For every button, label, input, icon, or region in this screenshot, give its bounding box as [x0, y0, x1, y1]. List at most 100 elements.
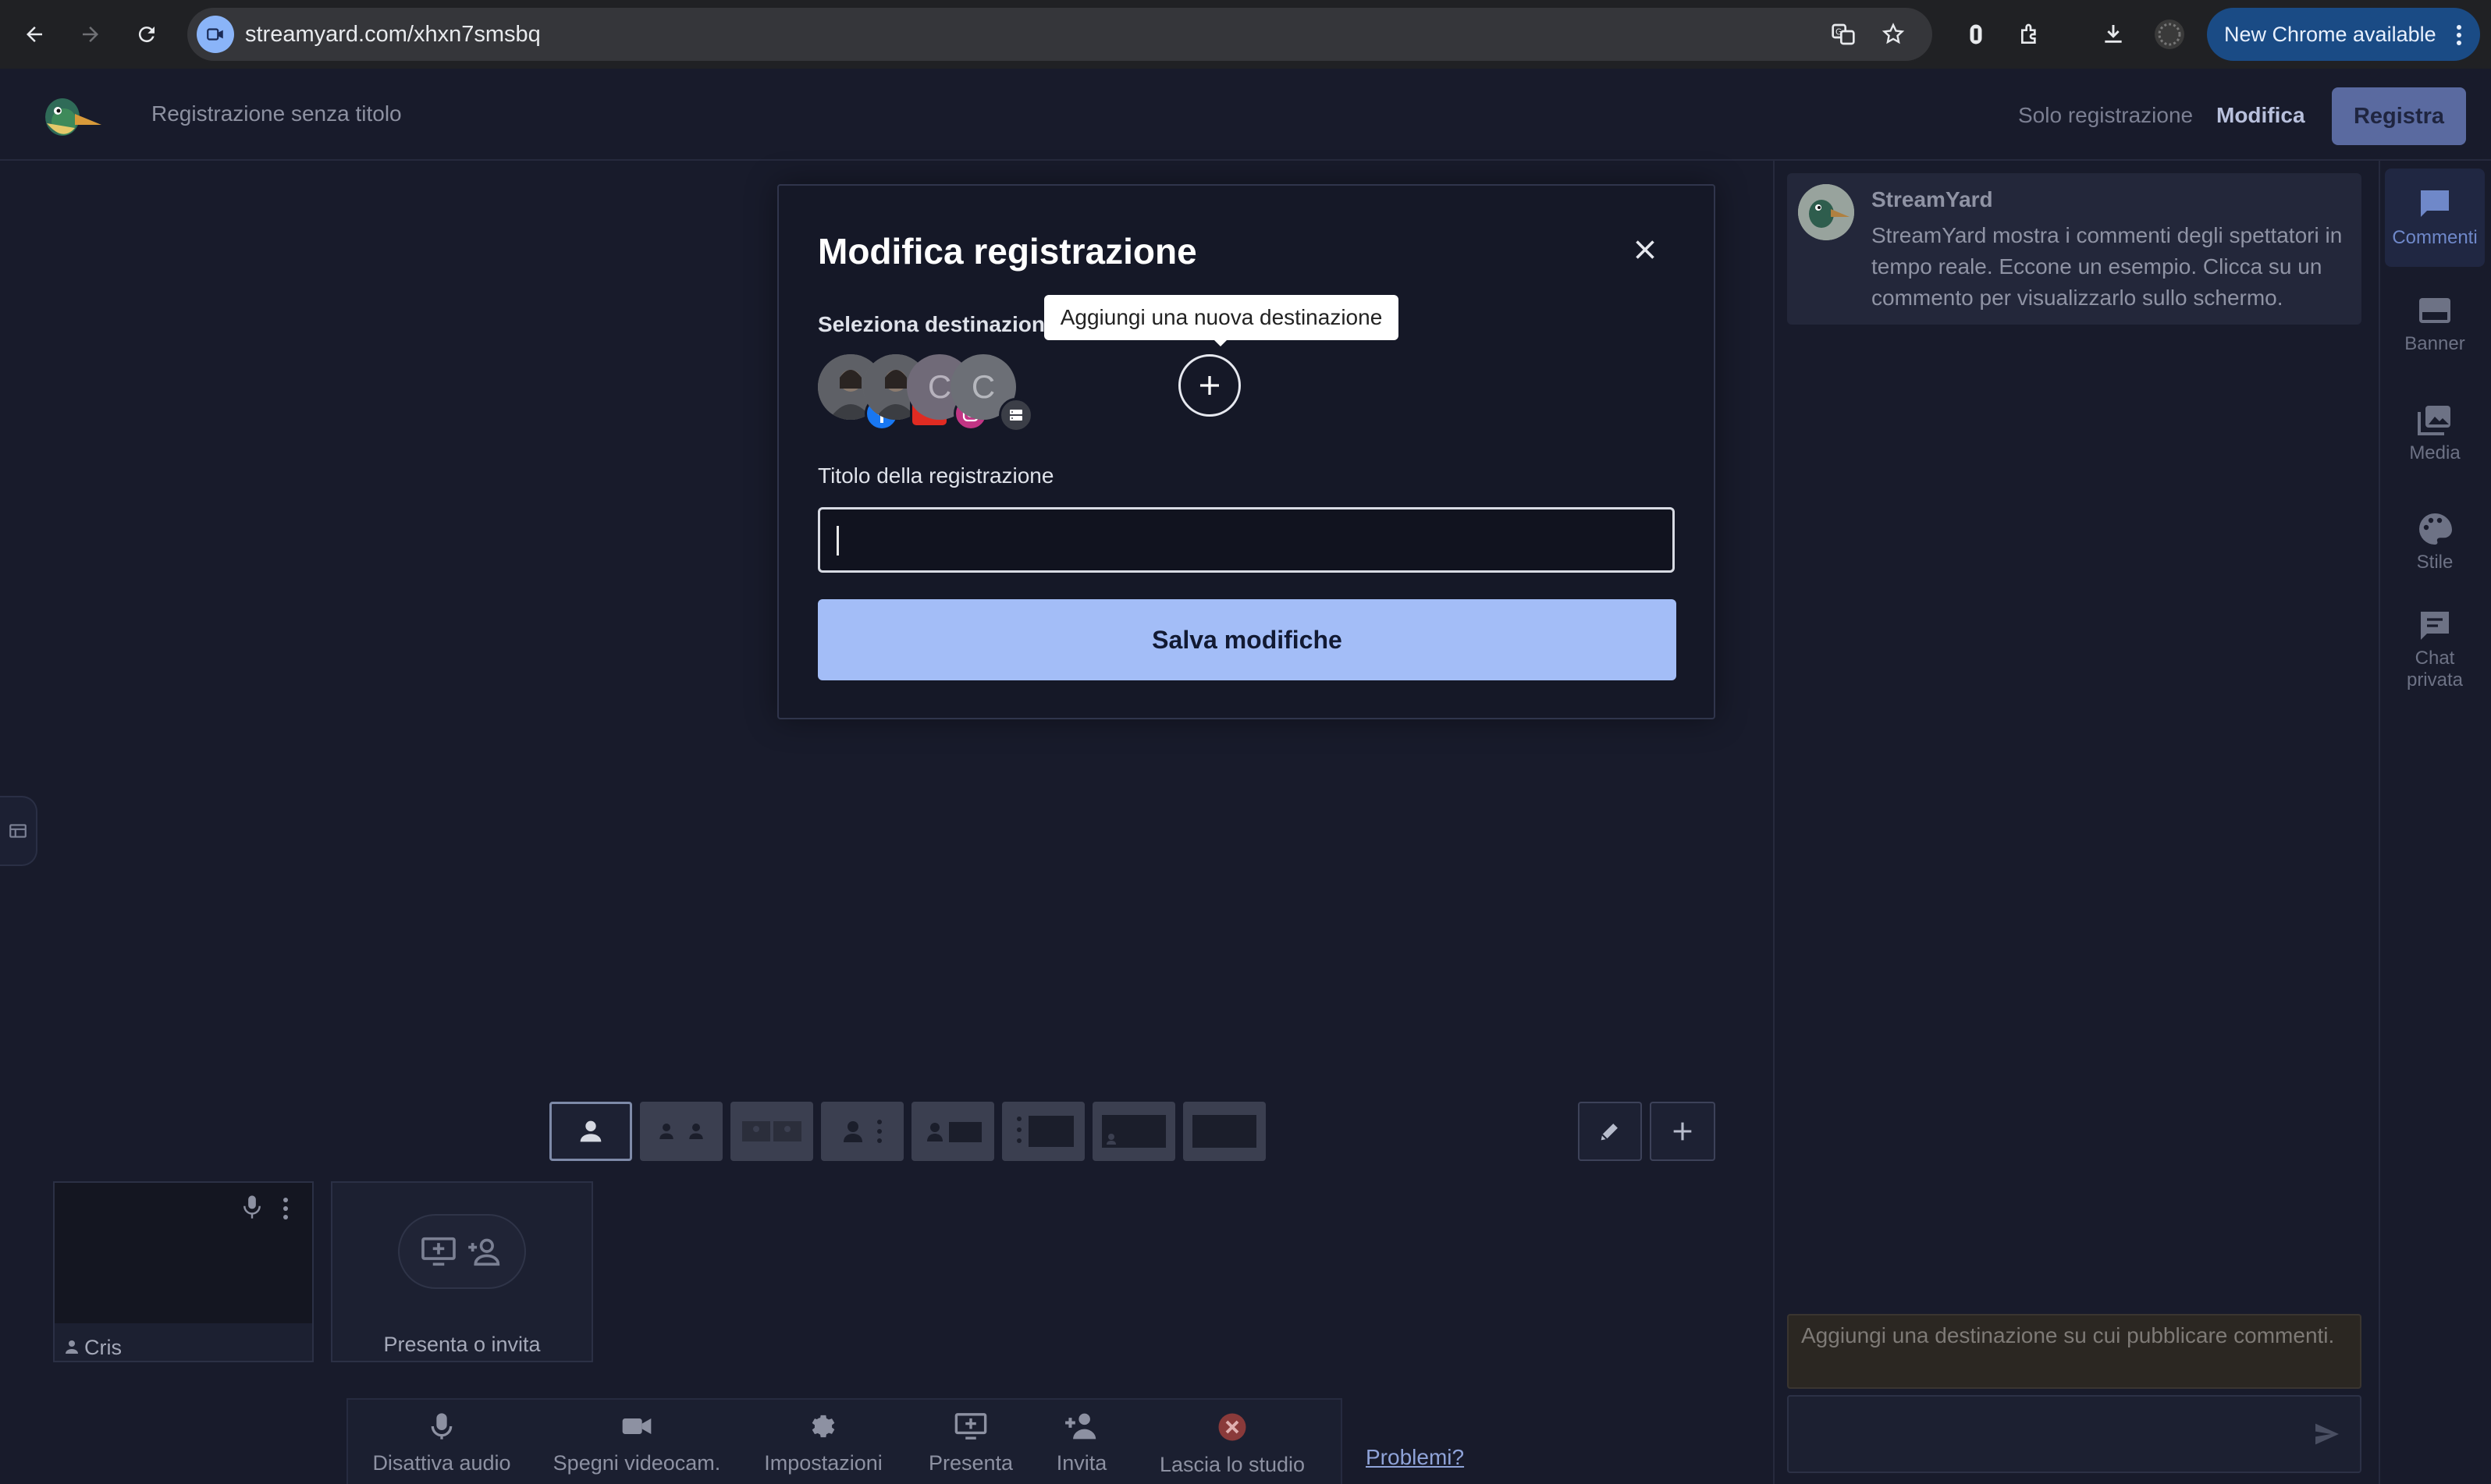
- tooltip-arrow: [1213, 339, 1228, 346]
- forward-icon[interactable]: [72, 16, 109, 53]
- edit-link[interactable]: Modifica: [2216, 101, 2305, 130]
- present-invite-button[interactable]: [398, 1214, 526, 1289]
- send-icon[interactable]: [2312, 1418, 2343, 1450]
- profile-avatar[interactable]: [2151, 16, 2188, 53]
- layout-2up-wide-button[interactable]: [730, 1102, 813, 1161]
- text-caret: [837, 526, 839, 556]
- present-screen-icon: [954, 1413, 987, 1440]
- recording-title[interactable]: Registrazione senza titolo: [151, 100, 402, 128]
- layout-screen-sidebar-button[interactable]: [1002, 1102, 1085, 1161]
- mute-button[interactable]: Disattiva audio: [364, 1411, 520, 1481]
- comment-author: StreamYard: [1871, 187, 1993, 211]
- gear-icon: [812, 1415, 835, 1438]
- problems-link[interactable]: Problemi?: [1366, 1443, 1464, 1472]
- participant-name: Cris: [84, 1336, 122, 1359]
- present-label: Presenta: [928, 1451, 1014, 1475]
- sidebar-item-style[interactable]: Stile: [2385, 512, 2485, 574]
- back-icon[interactable]: [16, 16, 53, 53]
- translate-icon[interactable]: G: [1828, 19, 1859, 50]
- media-icon: [2418, 406, 2450, 435]
- download-icon[interactable]: [2095, 16, 2132, 53]
- layout-sidebar-people-button[interactable]: [821, 1102, 904, 1161]
- sidebar-label: Banner: [2404, 333, 2465, 354]
- reload-icon[interactable]: [128, 16, 165, 53]
- notice-text: Aggiungi una destinazione su cui pubblic…: [1801, 1323, 2335, 1347]
- leave-studio-label: Lascia lo studio: [1159, 1453, 1306, 1476]
- present-or-invite-tile[interactable]: Presenta o invita: [331, 1181, 593, 1362]
- settings-button[interactable]: Impostazioni: [754, 1411, 893, 1481]
- add-destination-button[interactable]: [1178, 354, 1241, 417]
- plus-icon: [1200, 376, 1219, 395]
- camera-preview: [55, 1183, 312, 1323]
- studio-toolbar: Disattiva audio Spegni videocam. Imposta…: [346, 1398, 1342, 1484]
- right-sidebar: [2379, 161, 2491, 1484]
- save-changes-button[interactable]: Salva modifiche: [818, 599, 1676, 680]
- record-button[interactable]: Registra: [2332, 87, 2466, 145]
- video-camera-icon: [622, 1418, 652, 1434]
- layout-person-screen-button[interactable]: [911, 1102, 994, 1161]
- destinations-label: Seleziona destinazioni: [818, 312, 1051, 336]
- comments-panel: [1773, 161, 2380, 1484]
- layout-fullscreen-button[interactable]: [1183, 1102, 1266, 1161]
- close-circle-icon: [1218, 1413, 1246, 1441]
- layout-2up-button[interactable]: [640, 1102, 723, 1161]
- present-screen-icon: [421, 1237, 456, 1266]
- palette-icon: [2419, 513, 2452, 545]
- browser-toolbar: streamyard.com/xhxn7smsbq G New Chrome a…: [0, 0, 2491, 69]
- add-destination-notice: Aggiungi una destinazione su cui pubblic…: [1787, 1314, 2361, 1389]
- sidebar-label: Stile: [2416, 552, 2454, 573]
- add-person-icon: [468, 1238, 500, 1266]
- present-invite-label: Presenta o invita: [383, 1333, 541, 1356]
- invite-label: Invita: [1056, 1451, 1107, 1475]
- sidebar-item-private-chat[interactable]: Chat privata: [2385, 609, 2485, 691]
- streamyard-logo[interactable]: [37, 91, 103, 142]
- comment-text: StreamYard mostra i commenti degli spett…: [1871, 223, 2343, 310]
- mute-label: Disattiva audio: [372, 1451, 511, 1475]
- leave-studio-button[interactable]: Lascia lo studio: [1149, 1411, 1316, 1481]
- add-person-icon: [1065, 1413, 1096, 1440]
- recording-title-input[interactable]: [818, 507, 1675, 573]
- invite-button[interactable]: Invita: [1043, 1411, 1121, 1481]
- present-button[interactable]: Presenta: [924, 1411, 1018, 1481]
- add-layout-button[interactable]: [1650, 1102, 1715, 1161]
- sidebar-item-media[interactable]: Media: [2385, 403, 2485, 465]
- comment-item[interactable]: StreamYard StreamYard mostra i commenti …: [1787, 173, 2361, 325]
- site-info-icon[interactable]: [197, 16, 234, 53]
- extensions-puzzle-icon[interactable]: [2012, 16, 2049, 53]
- comment-icon: [2421, 190, 2449, 217]
- microphone-icon: [431, 1413, 453, 1440]
- layout-solo-button[interactable]: [549, 1102, 632, 1161]
- camera-label: Spegni videocam.: [553, 1451, 721, 1475]
- layout-panel-toggle[interactable]: [0, 796, 37, 866]
- more-options-icon[interactable]: [281, 1195, 290, 1222]
- chat-icon: [2421, 612, 2449, 640]
- self-camera-tile[interactable]: Cris: [53, 1181, 314, 1362]
- bookmark-star-icon[interactable]: [1878, 19, 1909, 50]
- comment-avatar: [1798, 184, 1854, 240]
- chrome-update-label: New Chrome available: [2224, 23, 2436, 46]
- pencil-icon: [1601, 1124, 1618, 1141]
- edit-recording-dialog: Modifica registrazione Seleziona destina…: [777, 184, 1715, 719]
- add-destination-tooltip: Aggiungi una nuova destinazione: [1044, 295, 1398, 340]
- banner-icon: [2419, 298, 2450, 323]
- sidebar-item-banner[interactable]: Banner: [2385, 293, 2485, 356]
- edit-layout-button[interactable]: [1578, 1102, 1642, 1161]
- layout-screen-pip-button[interactable]: [1093, 1102, 1175, 1161]
- mode-label: Solo registrazione: [2018, 103, 2194, 127]
- svg-text:G: G: [1835, 27, 1842, 37]
- sidebar-label: Chat privata: [2406, 648, 2464, 691]
- chrome-update-button[interactable]: New Chrome available: [2207, 8, 2480, 61]
- sidebar-item-comments[interactable]: Commenti: [2385, 169, 2485, 267]
- camera-button[interactable]: Spegni videocam.: [545, 1411, 729, 1481]
- extension-icon[interactable]: [1957, 16, 1995, 53]
- microphone-icon[interactable]: [240, 1194, 264, 1220]
- dialog-title: Modifica registrazione: [818, 231, 1197, 272]
- close-icon[interactable]: [1626, 231, 1664, 268]
- sidebar-label: Commenti: [2392, 227, 2478, 248]
- url-text: streamyard.com/xhxn7smsbq: [245, 22, 541, 47]
- person-icon: [66, 1340, 78, 1354]
- address-bar[interactable]: streamyard.com/xhxn7smsbq G: [187, 8, 1932, 61]
- settings-label: Impostazioni: [764, 1451, 883, 1475]
- comment-input[interactable]: [1787, 1395, 2361, 1473]
- panel-icon: [9, 824, 27, 838]
